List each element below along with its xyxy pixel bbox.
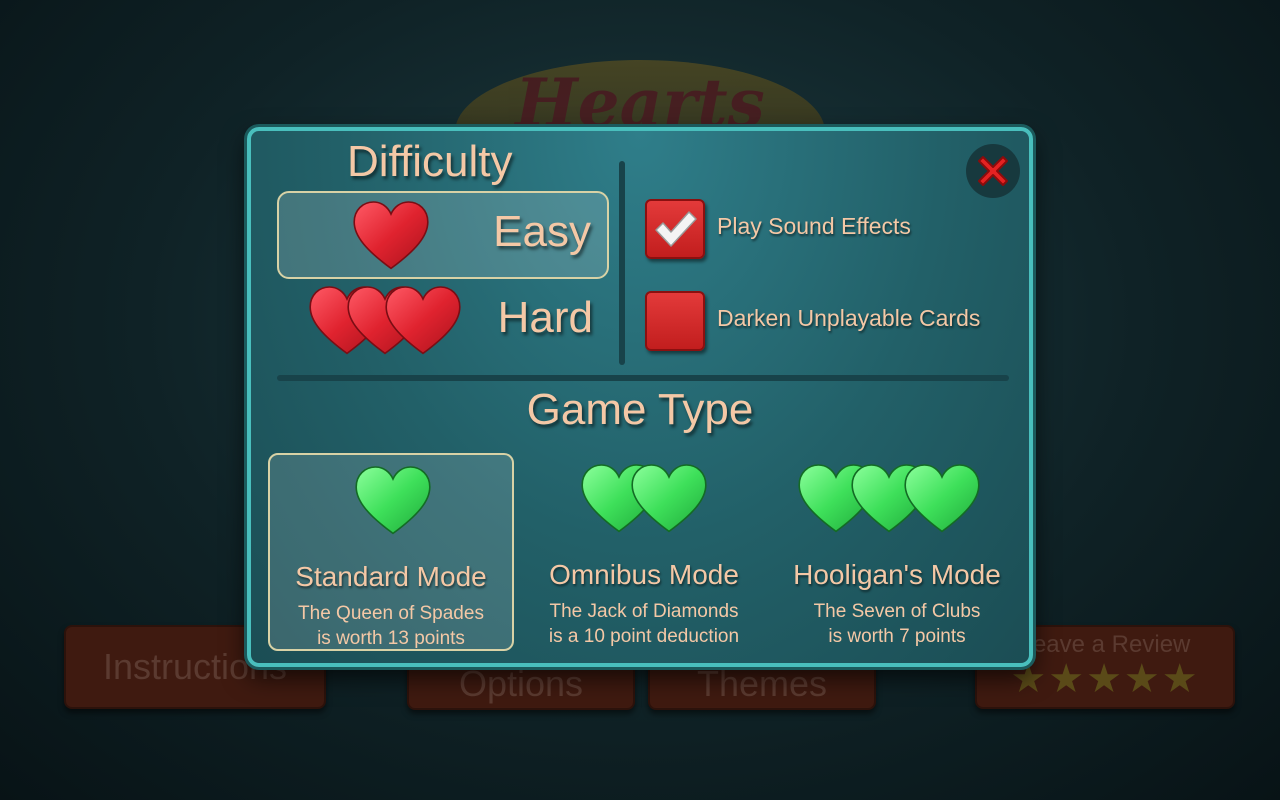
difficulty-easy-option[interactable]: Easy bbox=[277, 191, 609, 279]
omnibus-mode-option[interactable]: Omnibus Mode The Jack of Diamonds is a 1… bbox=[521, 453, 767, 651]
green-heart-icon bbox=[631, 464, 707, 533]
standard-mode-desc-line2: is worth 13 points bbox=[317, 628, 465, 649]
game-type-title: Game Type bbox=[526, 385, 754, 434]
close-button[interactable] bbox=[966, 144, 1020, 198]
difficulty-hard-label: Hard bbox=[497, 293, 593, 342]
omnibus-mode-description: The Jack of Diamonds is a 10 point deduc… bbox=[501, 599, 787, 649]
sound-effects-label: Play Sound Effects bbox=[717, 213, 911, 239]
difficulty-hard-option[interactable]: Hard bbox=[277, 279, 609, 367]
omnibus-mode-name: Omnibus Mode bbox=[549, 559, 739, 590]
omnibus-mode-desc-line2: is a 10 point deduction bbox=[548, 626, 740, 647]
hooligans-mode-option[interactable]: Hooligan's Mode The Seven of Clubs is wo… bbox=[774, 453, 1020, 651]
darken-cards-checkbox[interactable] bbox=[645, 291, 705, 351]
difficulty-title: Difficulty bbox=[347, 137, 513, 186]
difficulty-easy-label: Easy bbox=[493, 207, 591, 256]
vertical-divider bbox=[619, 161, 625, 365]
standard-mode-description: The Queen of Spades is worth 13 points bbox=[250, 601, 532, 651]
omnibus-mode-desc-line1: The Jack of Diamonds bbox=[549, 601, 739, 622]
close-x-icon bbox=[978, 156, 1008, 186]
sound-effects-checkbox[interactable] bbox=[645, 199, 705, 259]
darken-cards-label: Darken Unplayable Cards bbox=[717, 305, 981, 331]
green-heart-icon bbox=[355, 466, 431, 535]
hooligans-mode-description: The Seven of Clubs is worth 7 points bbox=[754, 599, 1040, 649]
green-heart-icon bbox=[904, 464, 980, 533]
hooligans-mode-desc-line2: is worth 7 points bbox=[828, 626, 966, 647]
standard-mode-desc-line1: The Queen of Spades bbox=[298, 603, 484, 624]
hooligans-mode-desc-line1: The Seven of Clubs bbox=[813, 601, 981, 622]
hooligans-mode-name: Hooligan's Mode bbox=[793, 559, 1001, 590]
horizontal-divider bbox=[277, 375, 1009, 381]
standard-mode-option[interactable]: Standard Mode The Queen of Spades is wor… bbox=[268, 453, 514, 651]
standard-mode-name: Standard Mode bbox=[295, 561, 487, 592]
checkmark-icon bbox=[655, 211, 697, 247]
options-dialog: Difficulty Easy Hard Play Sound Effects bbox=[247, 127, 1033, 667]
red-heart-icon bbox=[385, 286, 461, 355]
red-heart-icon bbox=[353, 201, 429, 270]
